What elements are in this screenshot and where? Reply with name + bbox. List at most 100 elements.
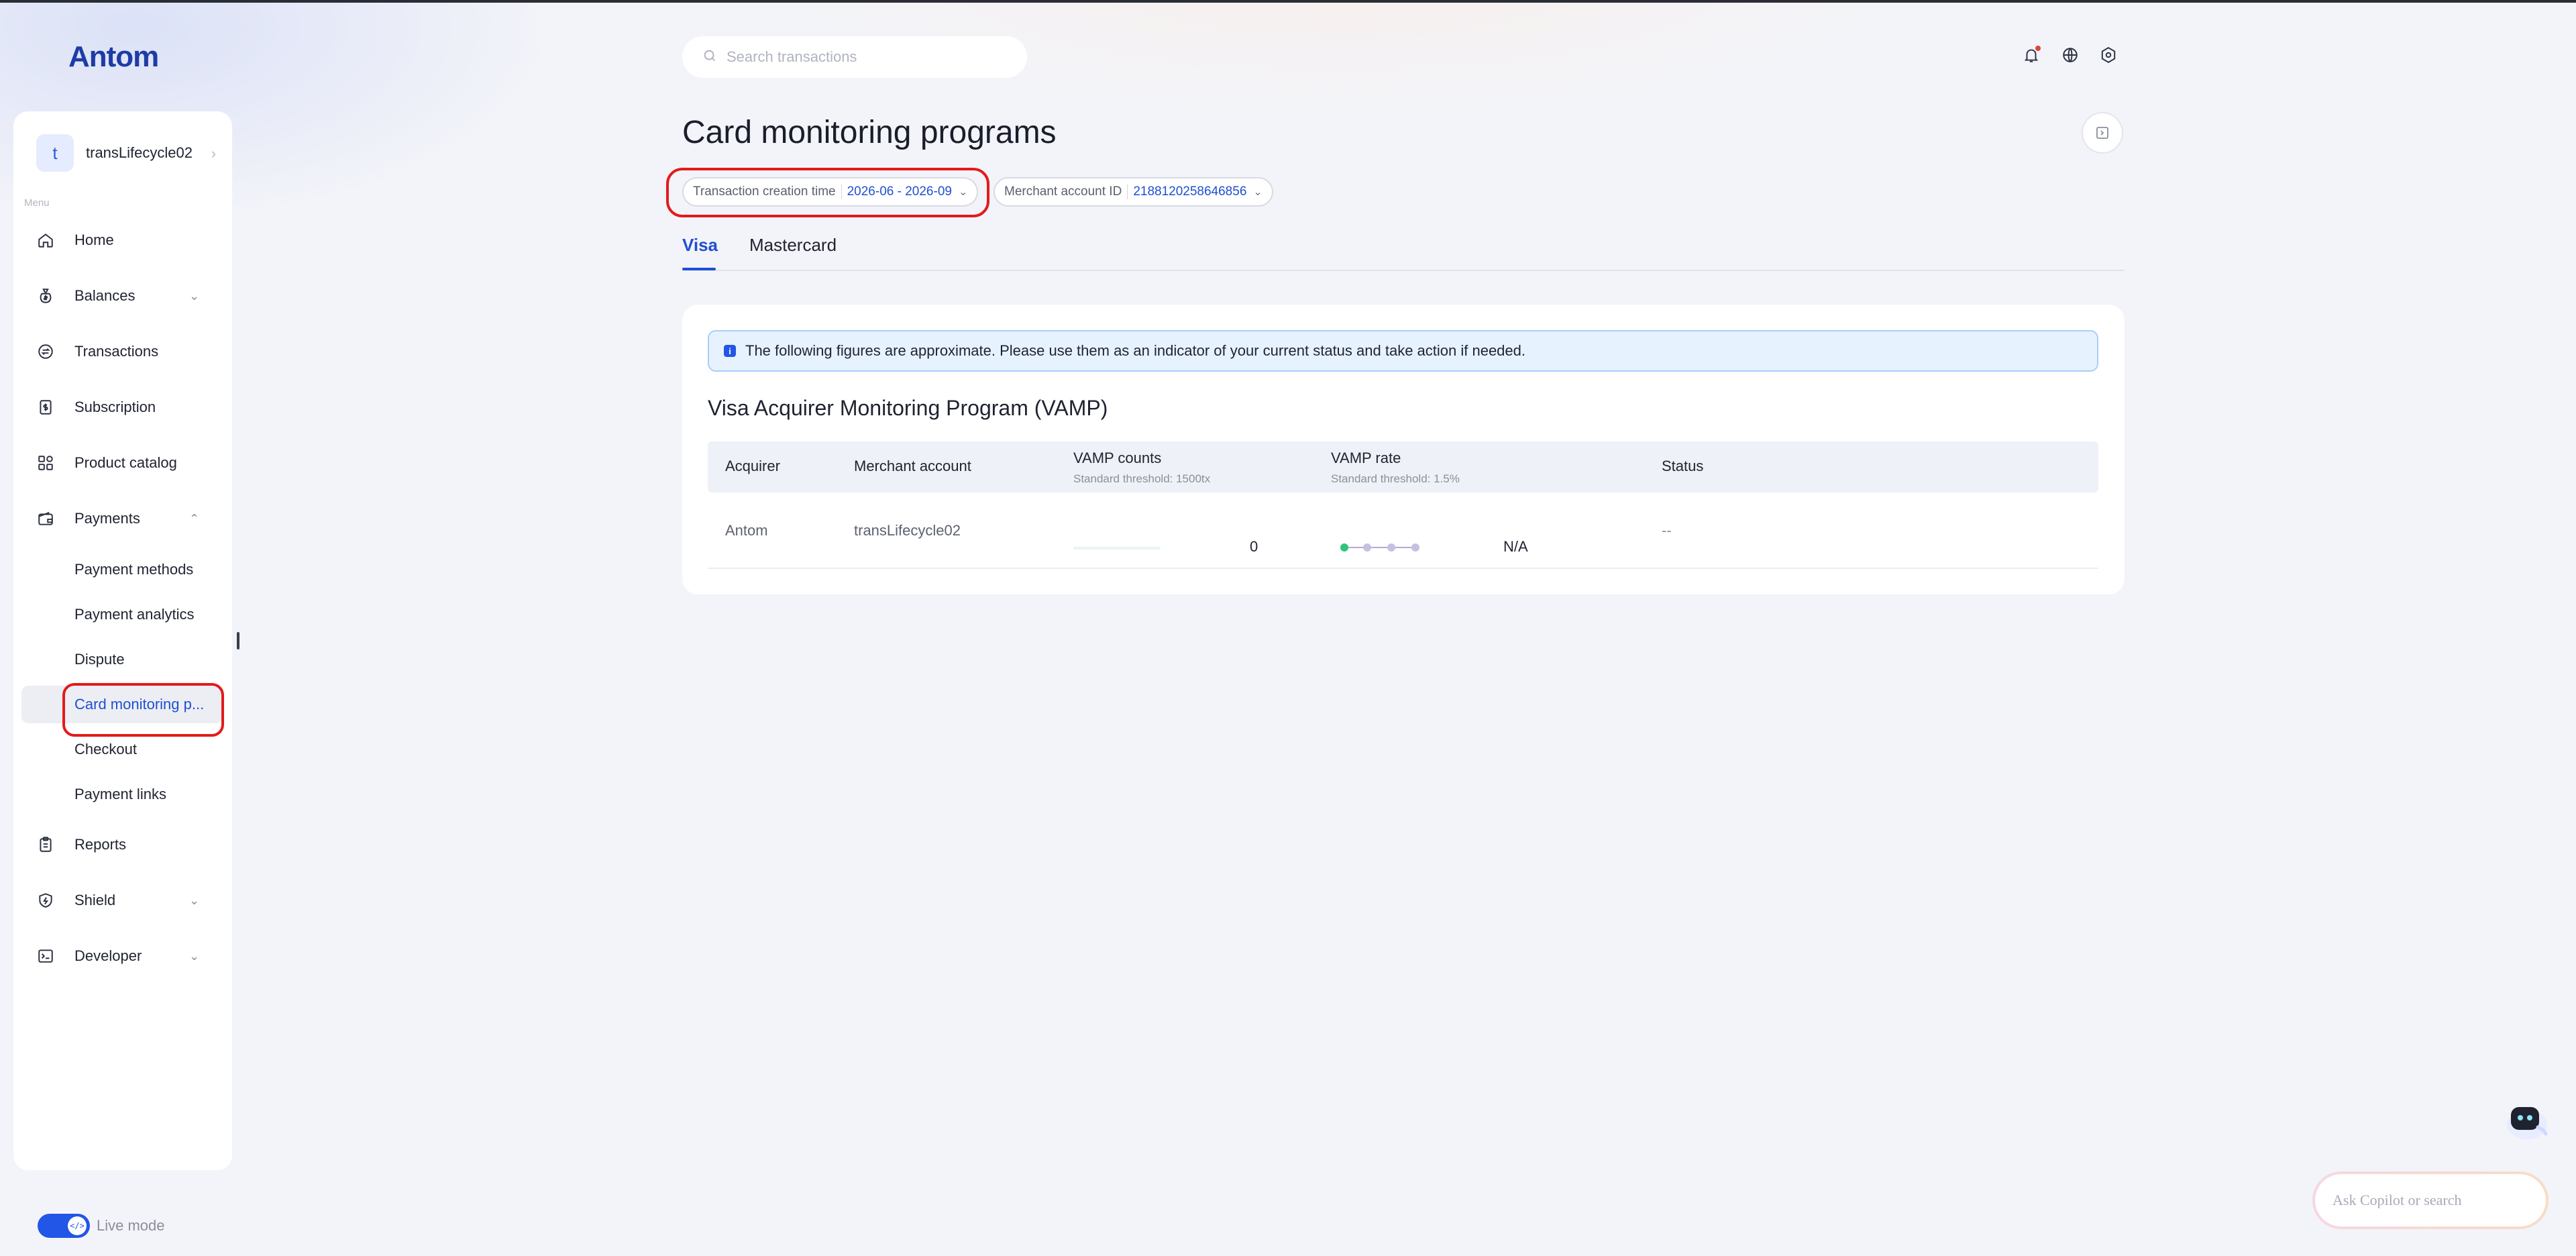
home-icon	[36, 231, 55, 250]
page-title: Card monitoring programs	[682, 115, 1057, 150]
chevron-down-icon: ⌄	[189, 893, 200, 907]
sidebar-subitem-label: Payment methods	[74, 561, 194, 578]
sidebar-item-label: Shield	[74, 892, 116, 908]
avatar: t	[36, 134, 74, 172]
sidebar-subitem-payment-links[interactable]: Payment links	[21, 776, 223, 813]
sidebar-item-product-catalog[interactable]: Product catalog	[13, 441, 232, 484]
info-notice: i The following figures are approximate.…	[708, 330, 2098, 372]
sidebar-item-subscription[interactable]: Subscription	[13, 386, 232, 429]
sidebar-subitem-label: Checkout	[74, 741, 137, 757]
chevron-up-icon: ⌃	[189, 511, 200, 525]
exchange-icon	[36, 342, 55, 361]
gear-icon	[2101, 47, 2116, 63]
sidebar-item-transactions[interactable]: Transactions	[13, 330, 232, 373]
cell-vamp-rate: N/A	[1503, 538, 1528, 555]
sidebar-subitem-label: Dispute	[74, 651, 125, 668]
copilot-robot-icon[interactable]	[2500, 1095, 2551, 1146]
account-name: transLifecycle02	[86, 144, 193, 161]
tab-label: Visa	[682, 235, 718, 255]
code-icon: </>	[68, 1216, 87, 1235]
header-vamp-counts: VAMP counts	[1073, 450, 1162, 466]
tab-label: Mastercard	[749, 235, 837, 255]
language-button[interactable]	[2059, 44, 2081, 66]
panel-icon	[2096, 127, 2108, 139]
live-mode-toggle[interactable]: </>	[38, 1214, 90, 1238]
sidebar: t transLifecycle02 › Menu Home Balances …	[13, 111, 232, 1170]
live-mode-switch[interactable]: </> Live mode	[38, 1214, 165, 1238]
shield-icon	[36, 891, 55, 910]
table-row[interactable]: Antom transLifecycle02 0 N/A --	[708, 492, 2098, 569]
sidebar-item-label: Developer	[74, 947, 142, 964]
copilot-bar[interactable]	[2312, 1171, 2548, 1229]
notifications-button[interactable]	[2021, 44, 2042, 66]
sidebar-item-shield[interactable]: Shield ⌄	[13, 879, 232, 922]
vamp-rate-dot-current	[1340, 543, 1348, 552]
clipboard-icon	[36, 835, 55, 854]
sidebar-subitem-payment-methods[interactable]: Payment methods	[21, 551, 223, 588]
sidebar-subitem-label: Payment analytics	[74, 606, 195, 623]
vamp-counts-bar	[1073, 547, 1161, 550]
highlight-ring-sidebar	[62, 683, 224, 737]
header-status: Status	[1662, 458, 1704, 474]
vamp-rate-dot	[1363, 543, 1371, 552]
settings-button[interactable]	[2098, 44, 2119, 66]
header-vamp-rate: VAMP rate	[1331, 450, 1401, 466]
sidebar-item-home[interactable]: Home	[13, 219, 232, 262]
copilot-input[interactable]	[2332, 1192, 2534, 1209]
header-vamp-counts-threshold: Standard threshold: 1500tx	[1073, 472, 1211, 485]
sidebar-subitem-payment-analytics[interactable]: Payment analytics	[21, 596, 223, 633]
sidebar-item-developer[interactable]: Developer ⌄	[13, 935, 232, 978]
filter-separator	[1127, 185, 1128, 199]
active-tab-indicator	[682, 268, 716, 270]
sidebar-item-payments[interactable]: Payments ⌃	[13, 497, 232, 540]
sidebar-item-label: Transactions	[74, 343, 159, 360]
sidebar-item-label: Home	[74, 231, 114, 248]
sidebar-resize-handle[interactable]	[237, 632, 239, 649]
background-glow	[0, 0, 2576, 1256]
highlight-ring-filter	[666, 168, 989, 217]
search-icon	[702, 48, 717, 66]
cell-merchant-account: transLifecycle02	[854, 522, 961, 539]
tab-visa[interactable]: Visa	[682, 235, 718, 270]
tab-mastercard[interactable]: Mastercard	[749, 235, 837, 256]
antom-logo[interactable]: Antom	[68, 40, 159, 74]
live-mode-label: Live mode	[97, 1217, 165, 1234]
table-header: Acquirer Merchant account VAMP counts St…	[708, 441, 2098, 492]
sidebar-item-reports[interactable]: Reports	[13, 823, 232, 866]
cell-status: --	[1662, 522, 1672, 539]
grid-icon	[36, 454, 55, 472]
money-bag-icon	[36, 286, 55, 305]
wallet-icon	[36, 509, 55, 528]
vamp-rate-dot	[1387, 543, 1395, 552]
header-vamp-rate-threshold: Standard threshold: 1.5%	[1331, 472, 1460, 485]
sidebar-item-label: Subscription	[74, 399, 156, 415]
globe-icon	[2063, 48, 2078, 62]
sidebar-subitem-label: Payment links	[74, 786, 166, 802]
sidebar-item-balances[interactable]: Balances ⌄	[13, 274, 232, 317]
vamp-rate-track	[1344, 547, 1418, 548]
chevron-down-icon: ⌄	[1253, 187, 1263, 198]
header-merchant-account: Merchant account	[854, 458, 971, 474]
sidebar-item-label: Balances	[74, 287, 136, 304]
notice-text: The following figures are approximate. P…	[745, 342, 1525, 359]
copilot-inner	[2315, 1174, 2546, 1226]
sidebar-subitem-dispute[interactable]: Dispute	[21, 641, 223, 678]
filter-merchant-account[interactable]: Merchant account ID 2188120258646856 ⌄	[994, 177, 1273, 207]
card-network-tabs: Visa Mastercard	[682, 227, 2125, 271]
panel-toggle-button[interactable]	[2082, 112, 2123, 154]
search-bar[interactable]	[682, 36, 1027, 78]
chevron-down-icon: ⌄	[189, 289, 200, 303]
header-acquirer: Acquirer	[725, 458, 780, 474]
section-title: Visa Acquirer Monitoring Program (VAMP)	[708, 396, 1108, 420]
notification-dot	[2035, 46, 2041, 51]
sidebar-item-label: Product catalog	[74, 454, 177, 471]
chevron-right-icon: ›	[211, 145, 216, 162]
sidebar-item-label: Reports	[74, 836, 127, 853]
sidebar-item-label: Payments	[74, 510, 140, 527]
info-icon: i	[724, 345, 736, 357]
cell-acquirer: Antom	[725, 522, 768, 539]
account-switcher[interactable]: t transLifecycle02 ›	[24, 132, 221, 174]
window-top-edge	[0, 0, 2576, 3]
search-input[interactable]	[727, 48, 1008, 66]
filter-label: Merchant account ID	[1004, 185, 1122, 199]
